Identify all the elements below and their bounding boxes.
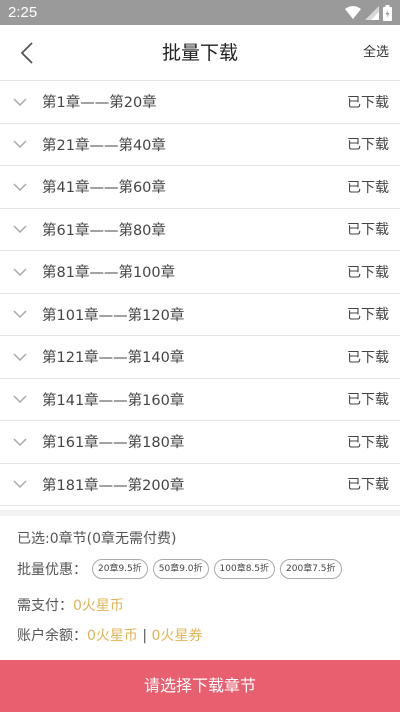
chapter-range-label: 第141章——第160章 — [42, 392, 185, 409]
download-status: 已下载 — [347, 434, 389, 451]
balance-label: 账户余额： — [17, 628, 87, 644]
select-all-button[interactable]: 全选 — [363, 25, 389, 81]
download-status: 已下载 — [347, 477, 389, 494]
status-time: 2:25 — [8, 4, 38, 21]
chapter-row[interactable]: 第81章——第100章 已下载 — [0, 251, 400, 294]
chevron-down-icon — [11, 305, 29, 323]
chapter-range-label: 第161章——第180章 — [42, 435, 185, 452]
chevron-down-icon — [11, 178, 29, 196]
status-bar: 2:25 — [0, 0, 400, 25]
balance-coins: 0火星币 — [87, 628, 138, 644]
section-divider — [0, 510, 400, 516]
chapter-row[interactable]: 第101章——第120章 已下载 — [0, 294, 400, 336]
pay-label: 需支付： — [17, 598, 73, 614]
page-title: 批量下载 — [161, 42, 238, 64]
download-chapters-button[interactable]: 请选择下载章节 — [0, 660, 400, 712]
chevron-down-icon — [11, 390, 29, 408]
chapter-range-label: 第41章——第60章 — [42, 180, 166, 197]
download-status: 已下载 — [347, 179, 389, 196]
chapter-row[interactable]: 第161章——第180章 已下载 — [0, 421, 400, 464]
chapter-range-label: 第181章——第200章 — [42, 477, 185, 494]
download-status: 已下载 — [347, 349, 389, 366]
chapter-row[interactable]: 第181章——第200章 已下载 — [0, 464, 400, 506]
chevron-down-icon — [11, 93, 29, 111]
chapter-row[interactable]: 第141章——第160章 已下载 — [0, 379, 400, 421]
chevron-left-icon — [20, 42, 33, 64]
signal-icon — [365, 5, 379, 20]
discount-option-100[interactable]: 100章8.5折 — [213, 559, 276, 579]
selected-count: 已选:0章节(0章无需付费) — [17, 531, 177, 547]
status-icons — [345, 4, 392, 21]
bulk-discount-row: 批量优惠： 20章9.5折 50章9.0折 100章8.5折 200章7.5折 — [17, 559, 342, 579]
discount-option-20[interactable]: 20章9.5折 — [92, 559, 148, 579]
back-button[interactable] — [14, 39, 40, 67]
chapter-range-label: 第61章——第80章 — [42, 222, 166, 239]
chevron-down-icon — [11, 475, 29, 493]
download-status: 已下载 — [347, 222, 389, 239]
chevron-down-icon — [11, 263, 29, 281]
chapter-row[interactable]: 第121章——第140章 已下载 — [0, 336, 400, 379]
chapter-range-label: 第121章——第140章 — [42, 350, 185, 367]
battery-icon — [383, 4, 392, 21]
chapter-range-label: 第1章——第20章 — [42, 95, 157, 112]
chevron-down-icon — [11, 135, 29, 153]
chapter-row[interactable]: 第1章——第20章 已下载 — [0, 81, 400, 124]
chapter-row[interactable]: 第21章——第40章 已下载 — [0, 124, 400, 166]
discount-option-200[interactable]: 200章7.5折 — [280, 559, 342, 579]
balance-tickets: 0火星券 — [151, 628, 203, 644]
balance-separator: | — [137, 628, 152, 644]
download-status: 已下载 — [347, 264, 389, 281]
chapter-range-label: 第21章——第40章 — [42, 137, 166, 154]
chapter-range-label: 第81章——第100章 — [42, 265, 176, 282]
chevron-down-icon — [11, 220, 29, 238]
payment-row: 需支付：0火星币 — [17, 595, 124, 615]
chapter-range-label: 第101章——第120章 — [42, 307, 185, 324]
discount-option-50[interactable]: 50章9.0折 — [152, 559, 209, 579]
download-status: 已下载 — [347, 137, 389, 154]
balance-row: 账户余额：0火星币 | 0火星券 — [17, 625, 202, 645]
chevron-down-icon — [11, 433, 29, 451]
wifi-icon — [345, 5, 361, 19]
chapter-row[interactable]: 第61章——第80章 已下载 — [0, 209, 400, 251]
download-status: 已下载 — [347, 392, 389, 409]
download-status: 已下载 — [347, 94, 389, 111]
pay-value: 0火星币 — [73, 598, 124, 614]
chapter-row[interactable]: 第41章——第60章 已下载 — [0, 166, 400, 209]
header: 批量下载 全选 — [0, 25, 400, 81]
discount-label: 批量优惠： — [17, 562, 87, 578]
download-status: 已下载 — [347, 307, 389, 324]
chevron-down-icon — [11, 348, 29, 366]
chapter-list: 第1章——第20章 已下载 第21章——第40章 已下载 第41章——第60章 … — [0, 81, 400, 510]
